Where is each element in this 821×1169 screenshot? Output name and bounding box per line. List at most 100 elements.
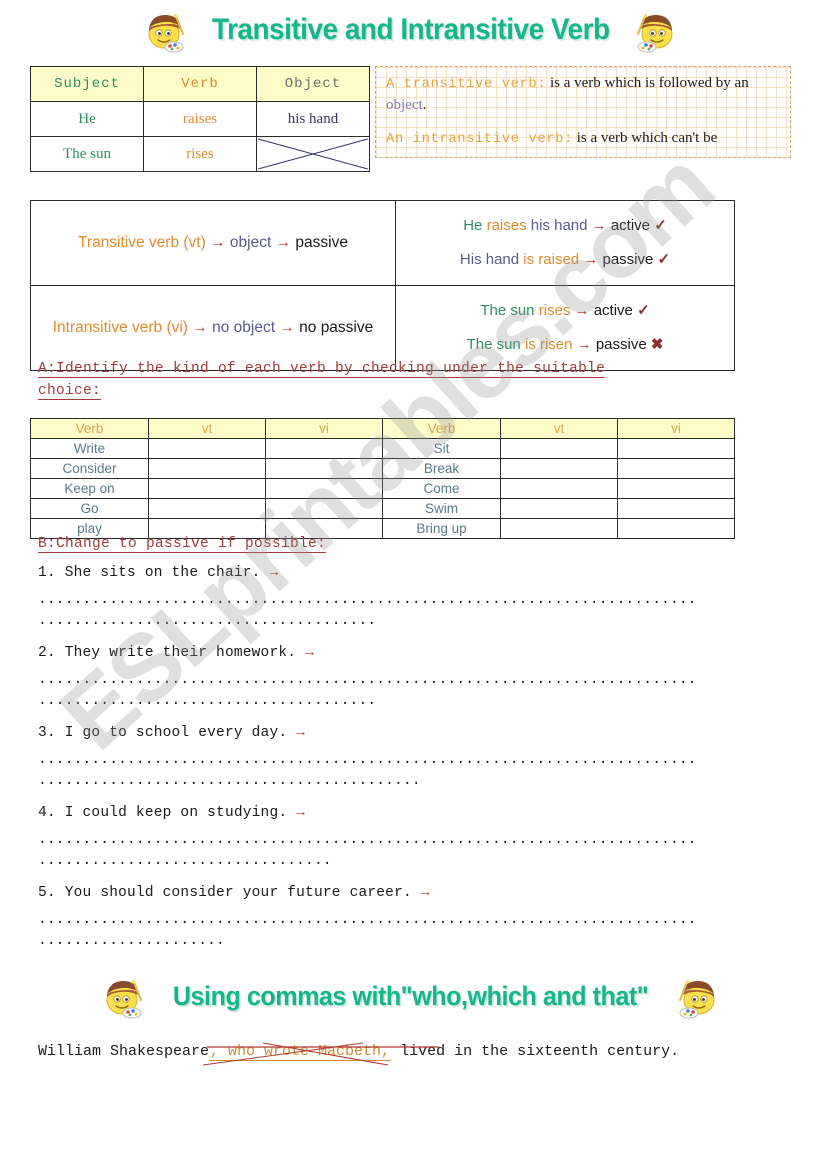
painter-smiley-svg-2-right [678, 979, 715, 1019]
dotted-line-2[interactable]: ...................................... [38, 691, 738, 712]
table-row: Write [30, 438, 383, 459]
rule-vt-object: object [229, 234, 272, 251]
dotted-line-2[interactable]: ..................... [38, 931, 738, 952]
example-voice: passive [602, 251, 654, 268]
answer-lines[interactable]: ........................................… [38, 590, 738, 632]
dotted-line-2[interactable]: ................................. [38, 851, 738, 872]
item-number: 2. [38, 645, 56, 661]
dotted-line-1[interactable]: ........................................… [38, 592, 697, 608]
item-number: 5. [38, 885, 56, 901]
item-number: 3. [38, 725, 56, 741]
transitive-term: A transitive verb: [386, 76, 547, 92]
example-line: His hand is raised → passive ✓ [402, 243, 728, 277]
cell-vi-checkbox[interactable] [265, 498, 383, 519]
cell-vt-checkbox[interactable] [500, 458, 618, 479]
header-vi: vi [617, 418, 735, 439]
tick-icon: ✓ [654, 217, 667, 234]
cell-vt-checkbox[interactable] [500, 478, 618, 499]
instruction-section-a: A:Identify the kind of each verb by chec… [38, 358, 698, 402]
answer-lines[interactable]: ........................................… [38, 670, 738, 712]
intransitive-term: An intransitive verb: [386, 131, 573, 147]
cell-vt-checkbox[interactable] [148, 478, 266, 499]
cell-vt-checkbox[interactable] [148, 438, 266, 459]
cell-vt-checkbox[interactable] [148, 498, 266, 519]
question-line: 5. You should consider your future caree… [38, 885, 738, 901]
item-sentence: I go to school every day. [64, 725, 288, 741]
arrow-icon: → [210, 234, 226, 251]
item-sentence: She sits on the chair. [64, 565, 261, 581]
tick-icon: ✓ [637, 302, 650, 319]
header-verb: Verb [143, 66, 257, 102]
table-row: He raises his hand [30, 101, 370, 137]
question-line: 2. They write their homework. → [38, 645, 738, 661]
rules-examples-table: Transitive verb (vt) → object → passive … [30, 200, 735, 371]
table-header-row: Verb vt vi [382, 418, 735, 439]
verb-check-table-left: Verb vt vi Write Consider Keep on Go pla… [30, 418, 383, 539]
cell-vi-checkbox[interactable] [265, 478, 383, 499]
arrow-icon: → [296, 725, 306, 741]
example-verb: is risen [524, 336, 573, 353]
cross-out-icon [257, 138, 369, 170]
cell-verb: rises [143, 136, 257, 172]
table-row: Consider [30, 458, 383, 479]
cell-verb: Keep on [30, 478, 149, 499]
cell-vi-checkbox[interactable] [617, 478, 735, 499]
dotted-line-1[interactable]: ........................................… [38, 752, 697, 768]
header-vt: vt [148, 418, 266, 439]
item-sentence: You should consider your future career. [64, 885, 412, 901]
cell-vi-checkbox[interactable] [265, 458, 383, 479]
rule-vi-object: no object [212, 319, 276, 336]
cell-subject: The sun [30, 136, 144, 172]
cell-verb: raises [143, 101, 257, 137]
main-heading: Transitive and Intransitive Verb [0, 4, 821, 56]
header-object: Object [256, 66, 370, 102]
cell-vi-checkbox[interactable] [617, 498, 735, 519]
dotted-line-2[interactable]: ........................................… [38, 771, 738, 792]
cell-verb: Come [382, 478, 501, 499]
item-sentence: They write their homework. [64, 645, 297, 661]
second-section-title: Using commas with"who,which and that" [172, 980, 649, 1011]
rule-vt-result: passive [295, 234, 348, 251]
second-heading: Using commas with"who,which and that" [0, 970, 821, 1022]
table-row-transitive: Transitive verb (vt) → object → passive … [30, 200, 735, 286]
example-subject: The sun [480, 302, 535, 319]
answer-lines[interactable]: ........................................… [38, 830, 738, 872]
dotted-line-2[interactable]: ...................................... [38, 611, 738, 632]
instruction-b-text: B:Change to passive if possible: [38, 536, 327, 553]
cell-vt-checkbox[interactable] [500, 438, 618, 459]
exercise-item-3: 3. I go to school every day. → .........… [38, 725, 738, 792]
answer-lines[interactable]: ........................................… [38, 910, 738, 952]
dotted-line-1[interactable]: ........................................… [38, 832, 697, 848]
painter-smiley-icon-right [630, 4, 682, 56]
dotted-line-1[interactable]: ........................................… [38, 912, 697, 928]
cell-subject: He [30, 101, 144, 137]
rule-vi-label: Intransitive verb (vi) [52, 319, 188, 336]
table-header-row: Subject Verb Object [30, 66, 370, 102]
instruction-a-line2: choice: [38, 383, 102, 400]
sentence-part-1: William Shakespeare [38, 1043, 210, 1060]
table-row: The sun rises [30, 136, 370, 172]
dotted-line-1[interactable]: ........................................… [38, 672, 697, 688]
arrow-icon: → [269, 565, 279, 581]
cell-vi-checkbox[interactable] [617, 458, 735, 479]
sentence-part-2: lived in the sixteenth century. [391, 1043, 680, 1060]
examples-transitive: He raises his hand → active ✓ His hand i… [395, 200, 735, 286]
example-verb: rises [538, 302, 571, 319]
answer-lines[interactable]: ........................................… [38, 750, 738, 792]
cell-vt-checkbox[interactable] [148, 458, 266, 479]
header-vi: vi [265, 418, 383, 439]
arrow-icon: → [296, 805, 306, 821]
header-verb: Verb [382, 418, 501, 439]
arrow-icon: → [574, 302, 590, 319]
cell-vt-checkbox[interactable] [500, 498, 618, 519]
instruction-section-b: B:Change to passive if possible: [38, 533, 698, 555]
question-line: 4. I could keep on studying. → [38, 805, 738, 821]
cell-vi-checkbox[interactable] [265, 438, 383, 459]
header-vt: vt [500, 418, 618, 439]
example-voice: active [593, 302, 633, 319]
arrow-icon: → [420, 885, 430, 901]
transitive-text-b: . [422, 97, 427, 113]
example-line: He raises his hand → active ✓ [402, 209, 728, 243]
cell-vi-checkbox[interactable] [617, 438, 735, 459]
page-title: Transitive and Intransitive Verb [211, 13, 610, 46]
